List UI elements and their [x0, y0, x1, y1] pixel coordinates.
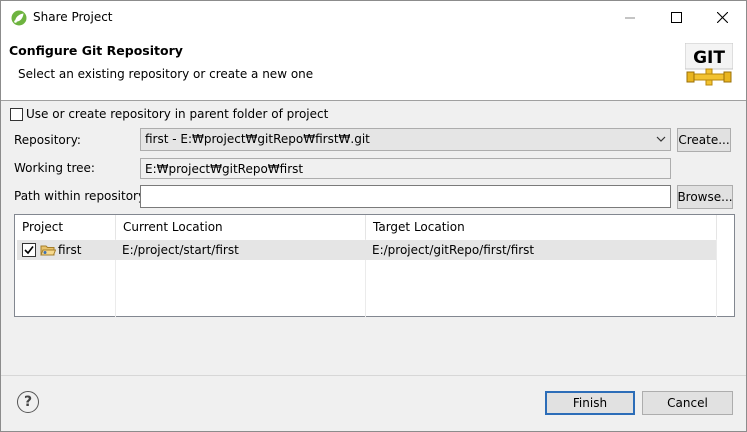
cancel-button[interactable]: Cancel — [642, 391, 733, 415]
chevron-down-icon — [656, 136, 666, 142]
repository-value: first - E:₩project₩gitRepo₩first₩.git — [145, 132, 370, 146]
maximize-icon — [670, 12, 682, 23]
column-header-project[interactable]: Project — [15, 215, 116, 239]
browse-button[interactable]: Browse... — [677, 185, 733, 209]
row-current-location: E:/project/start/first — [122, 243, 239, 257]
share-project-dialog: Share Project Configure Git Repository S… — [0, 0, 747, 432]
working-tree-field: E:₩project₩gitRepo₩first — [140, 158, 671, 179]
repository-select[interactable]: first - E:₩project₩gitRepo₩first₩.git — [140, 128, 671, 151]
minimize-button[interactable] — [607, 1, 653, 34]
row-project-name: first — [58, 243, 82, 257]
column-header-current-location[interactable]: Current Location — [116, 215, 366, 239]
spring-leaf-icon — [11, 10, 27, 26]
title-bar[interactable]: Share Project — [1, 1, 746, 34]
projects-table[interactable]: Project Current Location Target Location… — [14, 214, 735, 317]
column-divider — [716, 239, 717, 317]
parent-folder-checkbox[interactable] — [10, 108, 23, 121]
create-button[interactable]: Create... — [677, 128, 731, 152]
path-within-input[interactable] — [140, 185, 671, 208]
repository-label: Repository: — [14, 133, 81, 147]
finish-button[interactable]: Finish — [545, 391, 635, 415]
path-within-label: Path within repository: — [14, 189, 149, 203]
parent-folder-label: Use or create repository in parent folde… — [26, 107, 329, 121]
working-tree-value: E:₩project₩gitRepo₩first — [145, 162, 304, 176]
git-logo-text: GIT — [693, 48, 725, 68]
working-tree-label: Working tree: — [14, 161, 95, 175]
table-row[interactable]: first E:/project/start/first E:/project/… — [17, 240, 716, 260]
git-logo-icon: GIT — [685, 43, 733, 86]
row-target-location: E:/project/gitRepo/first/first — [372, 243, 535, 257]
footer-divider — [1, 375, 746, 376]
window-title: Share Project — [33, 10, 113, 24]
row-checkbox-checked[interactable] — [22, 243, 36, 257]
close-button[interactable] — [699, 1, 745, 34]
page-subtitle: Select an existing repository or create … — [18, 67, 314, 81]
project-folder-icon — [40, 245, 56, 256]
help-icon[interactable]: ? — [17, 391, 39, 413]
column-header-target-location[interactable]: Target Location — [366, 215, 717, 239]
wizard-header: Configure Git Repository Select an exist… — [1, 34, 746, 101]
maximize-button[interactable] — [653, 1, 699, 34]
page-title: Configure Git Repository — [9, 43, 183, 58]
close-icon — [716, 12, 728, 23]
minimize-icon — [625, 17, 635, 18]
